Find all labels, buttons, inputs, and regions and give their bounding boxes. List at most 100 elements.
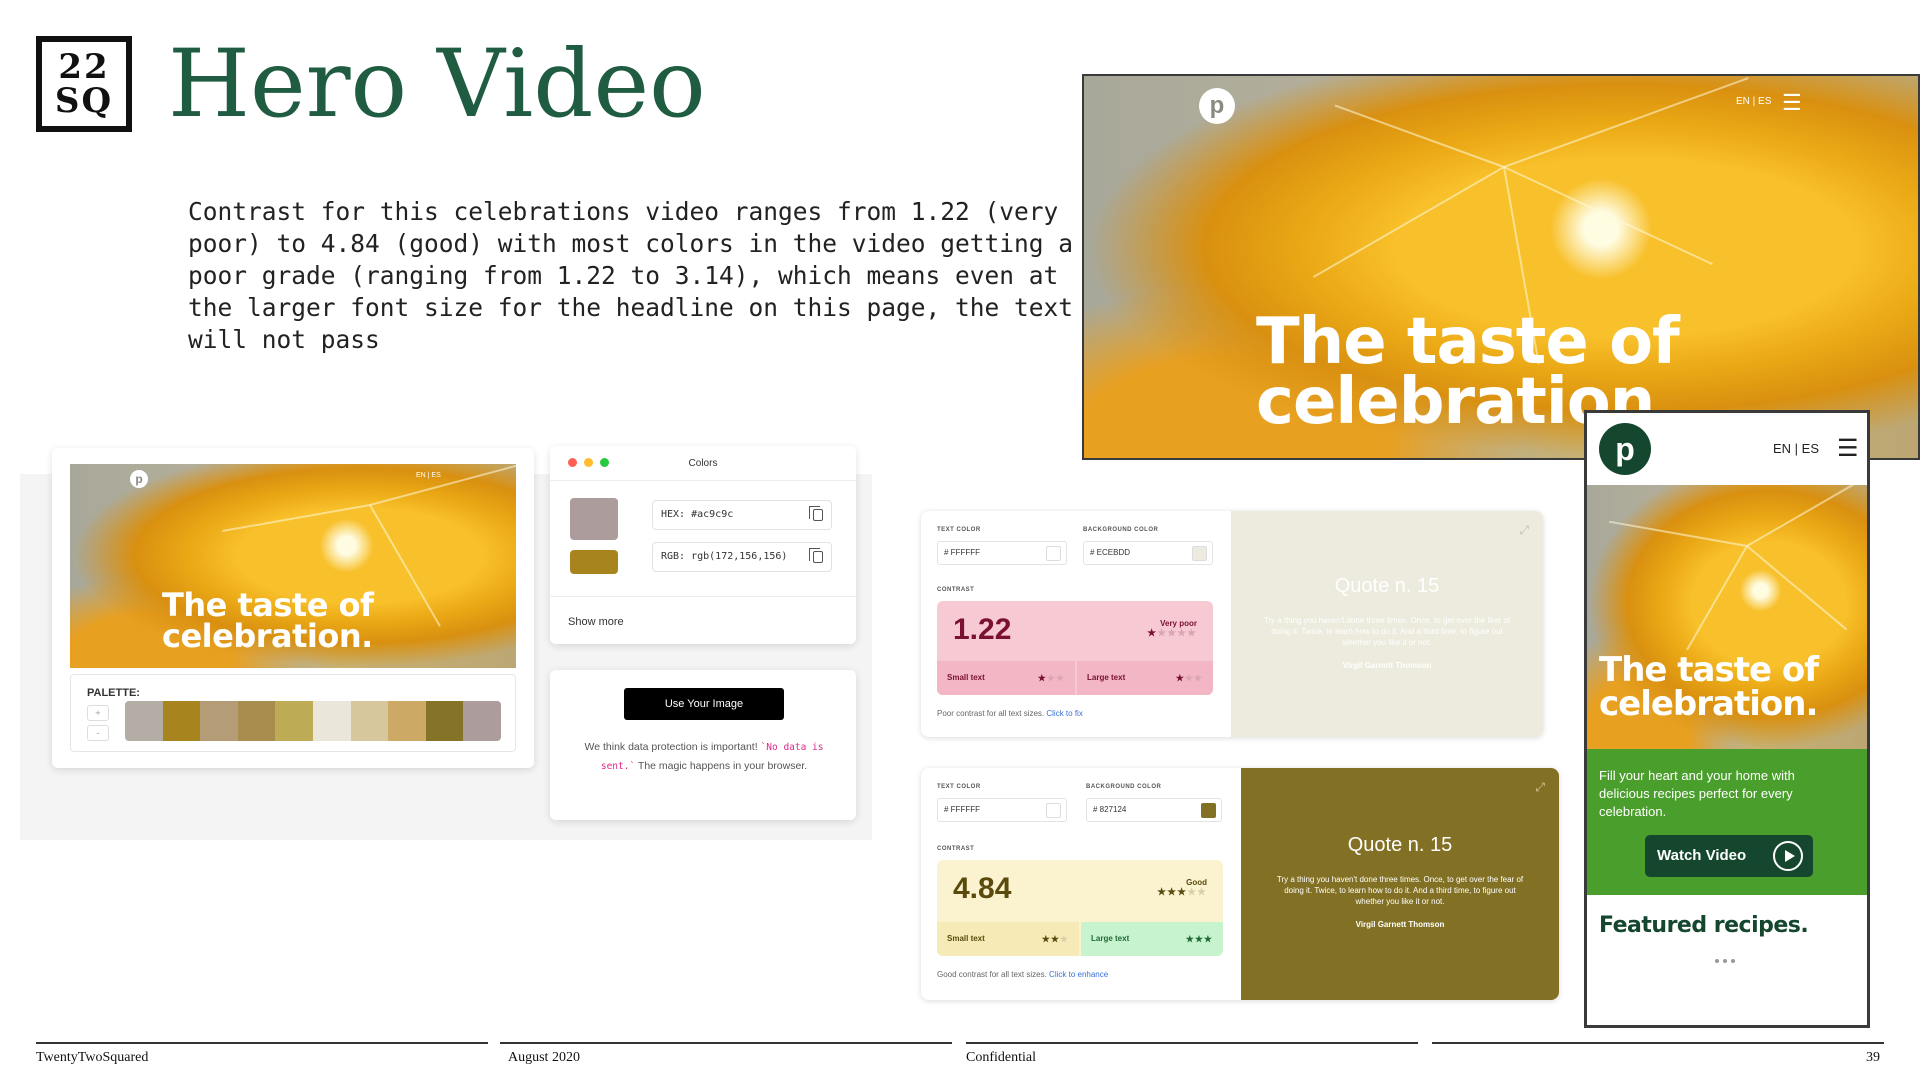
quote-title: Quote n. 15 (1347, 834, 1453, 856)
hex-value: HEX: #ac9c9c (661, 509, 734, 520)
background-color-chip[interactable] (1201, 803, 1216, 818)
background-color-chip[interactable] (1192, 546, 1207, 561)
small-text-rating: Small text ★★★ (937, 661, 1075, 695)
hamburger-menu-icon[interactable]: ☰ (1837, 437, 1859, 461)
selected-color-swatch[interactable] (570, 498, 618, 540)
preview-headline: The taste of celebration. (162, 589, 374, 655)
footer-date: August 2020 (508, 1050, 580, 1065)
palette-swatch[interactable] (200, 701, 238, 741)
click-to-enhance-link[interactable]: Click to enhance (1049, 970, 1108, 979)
pager-dot-icon[interactable] (1715, 959, 1719, 963)
hero-video-screenshot: p EN | ES ☰ The taste of celebration (1082, 74, 1920, 460)
grade-label: Good (1186, 878, 1207, 887)
22sq-logo: 22 SQ (36, 36, 132, 132)
hex-field[interactable]: HEX: #ac9c9c (652, 500, 832, 530)
footer-rule (500, 1042, 952, 1044)
background-color-label: BACKGROUND COLOR (1086, 784, 1162, 790)
palette-remove-button[interactable]: - (87, 725, 109, 741)
pager-dot-icon[interactable] (1723, 959, 1727, 963)
hamburger-menu-icon[interactable]: ☰ (1782, 92, 1802, 114)
contrast-grade: Very poor ★★★★★ (1147, 619, 1197, 639)
mobile-header: p EN | ES ☰ (1587, 413, 1867, 485)
expand-icon[interactable]: ⤢ (1519, 523, 1529, 538)
palette-panel: PALETTE: + - (70, 674, 516, 752)
secondary-color-swatch[interactable] (570, 550, 618, 574)
footer-rule (1432, 1042, 1884, 1044)
contrast-label: CONTRAST (937, 846, 975, 852)
palette-swatch[interactable] (125, 701, 163, 741)
watch-video-button[interactable]: Watch Video (1645, 835, 1813, 877)
copy-icon[interactable] (809, 548, 823, 563)
quote-author: Virgil Garnett Thomson (1342, 661, 1432, 670)
contrast-label: CONTRAST (937, 587, 975, 593)
page-title: Hero Video (168, 30, 706, 139)
contrast-note: Poor contrast for all text sizes. Click … (937, 709, 1083, 718)
background-color-value: # 827124 (1093, 805, 1127, 814)
hero-headline-line-1: The taste of (1256, 305, 1680, 379)
background-color-input[interactable]: # ECEBDD (1083, 541, 1213, 565)
preview-image: p EN | ES The taste of celebration. (70, 464, 516, 668)
grade-label: Very poor (1160, 619, 1197, 628)
palette-add-button[interactable]: + (87, 705, 109, 721)
intro-paragraph: Contrast for this celebrations video ran… (188, 197, 1074, 354)
language-switch[interactable]: EN | ES (1736, 96, 1771, 107)
watch-video-label: Watch Video (1657, 847, 1747, 864)
large-text-label: Large text (1091, 934, 1130, 943)
carousel-pager[interactable] (1715, 959, 1735, 963)
click-to-fix-link[interactable]: Click to fix (1046, 709, 1082, 718)
page-number: 39 (1866, 1050, 1880, 1065)
pager-dot-icon[interactable] (1731, 959, 1735, 963)
text-color-chip[interactable] (1046, 803, 1061, 818)
text-color-input[interactable]: # FFFFFF (937, 798, 1067, 822)
text-color-label: TEXT COLOR (937, 527, 981, 533)
quote-preview: ⤢ Quote n. 15 Try a thing you haven't do… (1241, 768, 1559, 1000)
language-switch[interactable]: EN | ES (1773, 441, 1819, 456)
contrast-note-text: Poor contrast for all text sizes. (937, 709, 1047, 718)
preview-language: EN | ES (416, 472, 441, 479)
publix-logo-icon[interactable]: p (1599, 423, 1651, 475)
mobile-headline-line-2: celebration. (1599, 684, 1818, 724)
palette-swatch[interactable] (463, 701, 501, 741)
use-your-image-button[interactable]: Use Your Image (624, 688, 784, 720)
rgb-value: RGB: rgb(172,156,156) (661, 551, 788, 562)
colors-panel-title: Colors (688, 458, 718, 469)
mobile-headline-line-1: The taste of (1599, 650, 1819, 690)
rgb-field[interactable]: RGB: rgb(172,156,156) (652, 542, 832, 572)
colors-panel: Colors HEX: #ac9c9c RGB: rgb(172,156,156… (550, 446, 856, 644)
divider (550, 596, 856, 597)
preview-headline-line-2: celebration. (162, 617, 373, 655)
large-text-label: Large text (1087, 673, 1126, 682)
palette-swatch[interactable] (237, 701, 276, 741)
text-color-chip[interactable] (1046, 546, 1061, 561)
background-color-input[interactable]: # 827124 (1086, 798, 1222, 822)
small-text-label: Small text (947, 673, 985, 682)
show-more-link[interactable]: Show more (568, 616, 624, 628)
grade-stars-icon: ★★★★★ (1157, 887, 1207, 898)
publix-logo-icon[interactable]: p (1199, 88, 1235, 124)
logo-line-2: SQ (54, 81, 114, 121)
palette-swatch[interactable] (275, 701, 313, 741)
background-color-label: BACKGROUND COLOR (1083, 527, 1159, 533)
palette-swatch[interactable] (350, 701, 389, 741)
contrast-score-box: 1.22 Very poor ★★★★★ Small text ★★★ Larg… (937, 601, 1213, 695)
palette-label: PALETTE: (87, 687, 140, 699)
contrast-score: 1.22 (953, 613, 1012, 646)
mobile-screenshot: p EN | ES ☰ The taste of celebration. Fi… (1584, 410, 1870, 1028)
contrast-note: Good contrast for all text sizes. Click … (937, 970, 1108, 979)
text-color-input[interactable]: # FFFFFF (937, 541, 1067, 565)
palette-swatch[interactable] (425, 701, 464, 741)
palette-swatch[interactable] (162, 701, 201, 741)
palette-swatch[interactable] (312, 701, 351, 741)
quote-title: Quote n. 15 (1334, 575, 1440, 597)
palette-swatch[interactable] (388, 701, 426, 741)
divider (550, 480, 856, 481)
contrast-checker-good: TEXT COLOR # FFFFFF BACKGROUND COLOR # 8… (921, 768, 1559, 1000)
contrast-checker-poor: TEXT COLOR # FFFFFF BACKGROUND COLOR # E… (921, 511, 1543, 737)
copy-icon[interactable] (809, 506, 823, 521)
expand-icon[interactable]: ⤢ (1535, 780, 1545, 795)
quote-author: Virgil Garnett Thomson (1355, 920, 1445, 929)
small-text-stars-icon: ★★★ (1037, 673, 1065, 683)
small-text-stars-icon: ★★★ (1041, 934, 1069, 944)
quote-body: Try a thing you haven't done three times… (1276, 875, 1524, 906)
large-text-stars-icon: ★★★ (1175, 673, 1203, 683)
